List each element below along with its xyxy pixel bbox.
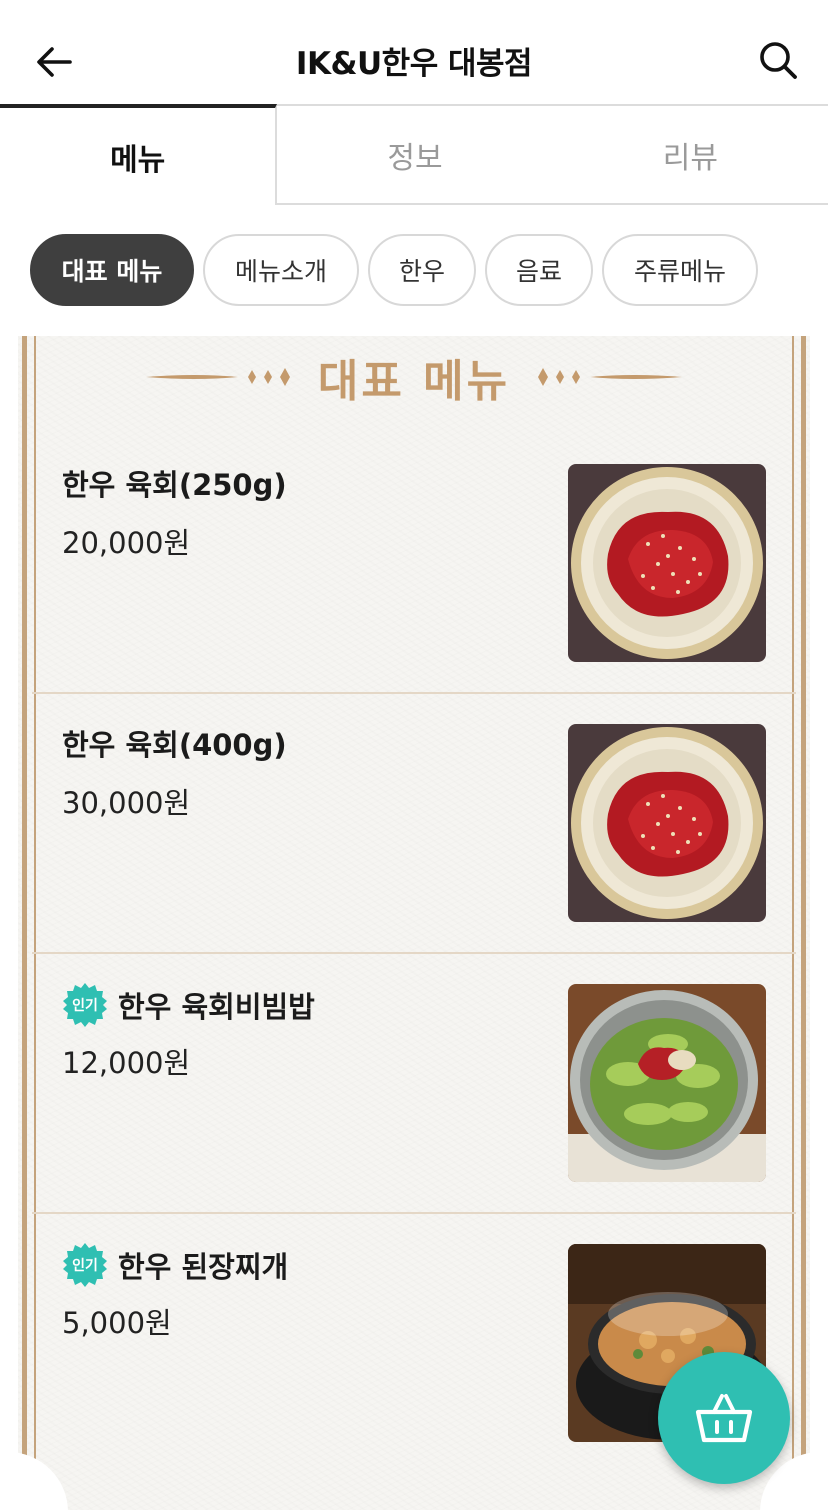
chip-drinks[interactable]: 음료 xyxy=(485,234,593,306)
menu-board: 대표 메뉴 한우 육회(250g) 20,000원 한우 육회(400g) 30… xyxy=(0,336,828,1510)
menu-item-price: 5,000원 xyxy=(62,1306,172,1340)
menu-item-photo xyxy=(568,724,766,922)
popular-badge-label: 인기 xyxy=(72,1258,98,1274)
tab-reviews[interactable]: 리뷰 xyxy=(552,104,828,205)
ornament-right-icon xyxy=(538,368,683,386)
menu-item-price: 12,000원 xyxy=(62,1046,191,1080)
menu-item-photo xyxy=(568,464,766,662)
search-icon xyxy=(760,42,797,79)
search-button[interactable] xyxy=(754,36,802,84)
chip-hanwoo[interactable]: 한우 xyxy=(368,234,476,306)
menu-item[interactable]: 한우 육회(400g) 30,000원 xyxy=(32,694,796,954)
popular-badge-label: 인기 xyxy=(72,998,98,1014)
chip-alcohol-menu[interactable]: 주류메뉴 xyxy=(602,234,758,306)
chip-menu-intro[interactable]: 메뉴소개 xyxy=(203,234,359,306)
yukhoe-plate-image xyxy=(568,464,766,662)
menu-item-name: 한우 된장찌개 xyxy=(118,1250,289,1284)
tab-bar: 메뉴 정보 리뷰 xyxy=(0,104,828,205)
menu-item[interactable]: 인기 한우 육회비빔밥 12,000원 xyxy=(32,954,796,1214)
popular-badge: 인기 xyxy=(62,1242,108,1288)
section-title: 대표 메뉴 xyxy=(317,356,511,407)
page-title: IK&U한우 대봉점 xyxy=(295,46,533,82)
app-header: IK&U한우 대봉점 xyxy=(0,0,828,106)
tab-info[interactable]: 정보 xyxy=(277,104,553,205)
cart-button[interactable] xyxy=(658,1352,790,1484)
menu-item[interactable]: 한우 육회(250g) 20,000원 xyxy=(32,434,796,694)
bibimbap-bowl-image xyxy=(568,984,766,1182)
menu-item-name: 한우 육회(250g) xyxy=(62,468,287,502)
category-chips: 대표 메뉴 메뉴소개 한우 음료 주류메뉴 xyxy=(30,234,758,306)
menu-item-price: 20,000원 xyxy=(62,526,191,560)
basket-icon xyxy=(695,1394,753,1443)
popular-badge: 인기 xyxy=(62,982,108,1028)
yukhoe-plate-image xyxy=(568,724,766,922)
section-banner: 대표 메뉴 xyxy=(18,344,810,410)
ornament-left-icon xyxy=(145,368,290,386)
tab-menu[interactable]: 메뉴 xyxy=(0,104,278,205)
menu-item-photo xyxy=(568,984,766,1182)
chip-signature-menu[interactable]: 대표 메뉴 xyxy=(30,234,194,306)
menu-item-name: 한우 육회(400g) xyxy=(62,728,287,762)
menu-item-price: 30,000원 xyxy=(62,786,191,820)
menu-item-name: 한우 육회비빔밥 xyxy=(118,990,315,1024)
